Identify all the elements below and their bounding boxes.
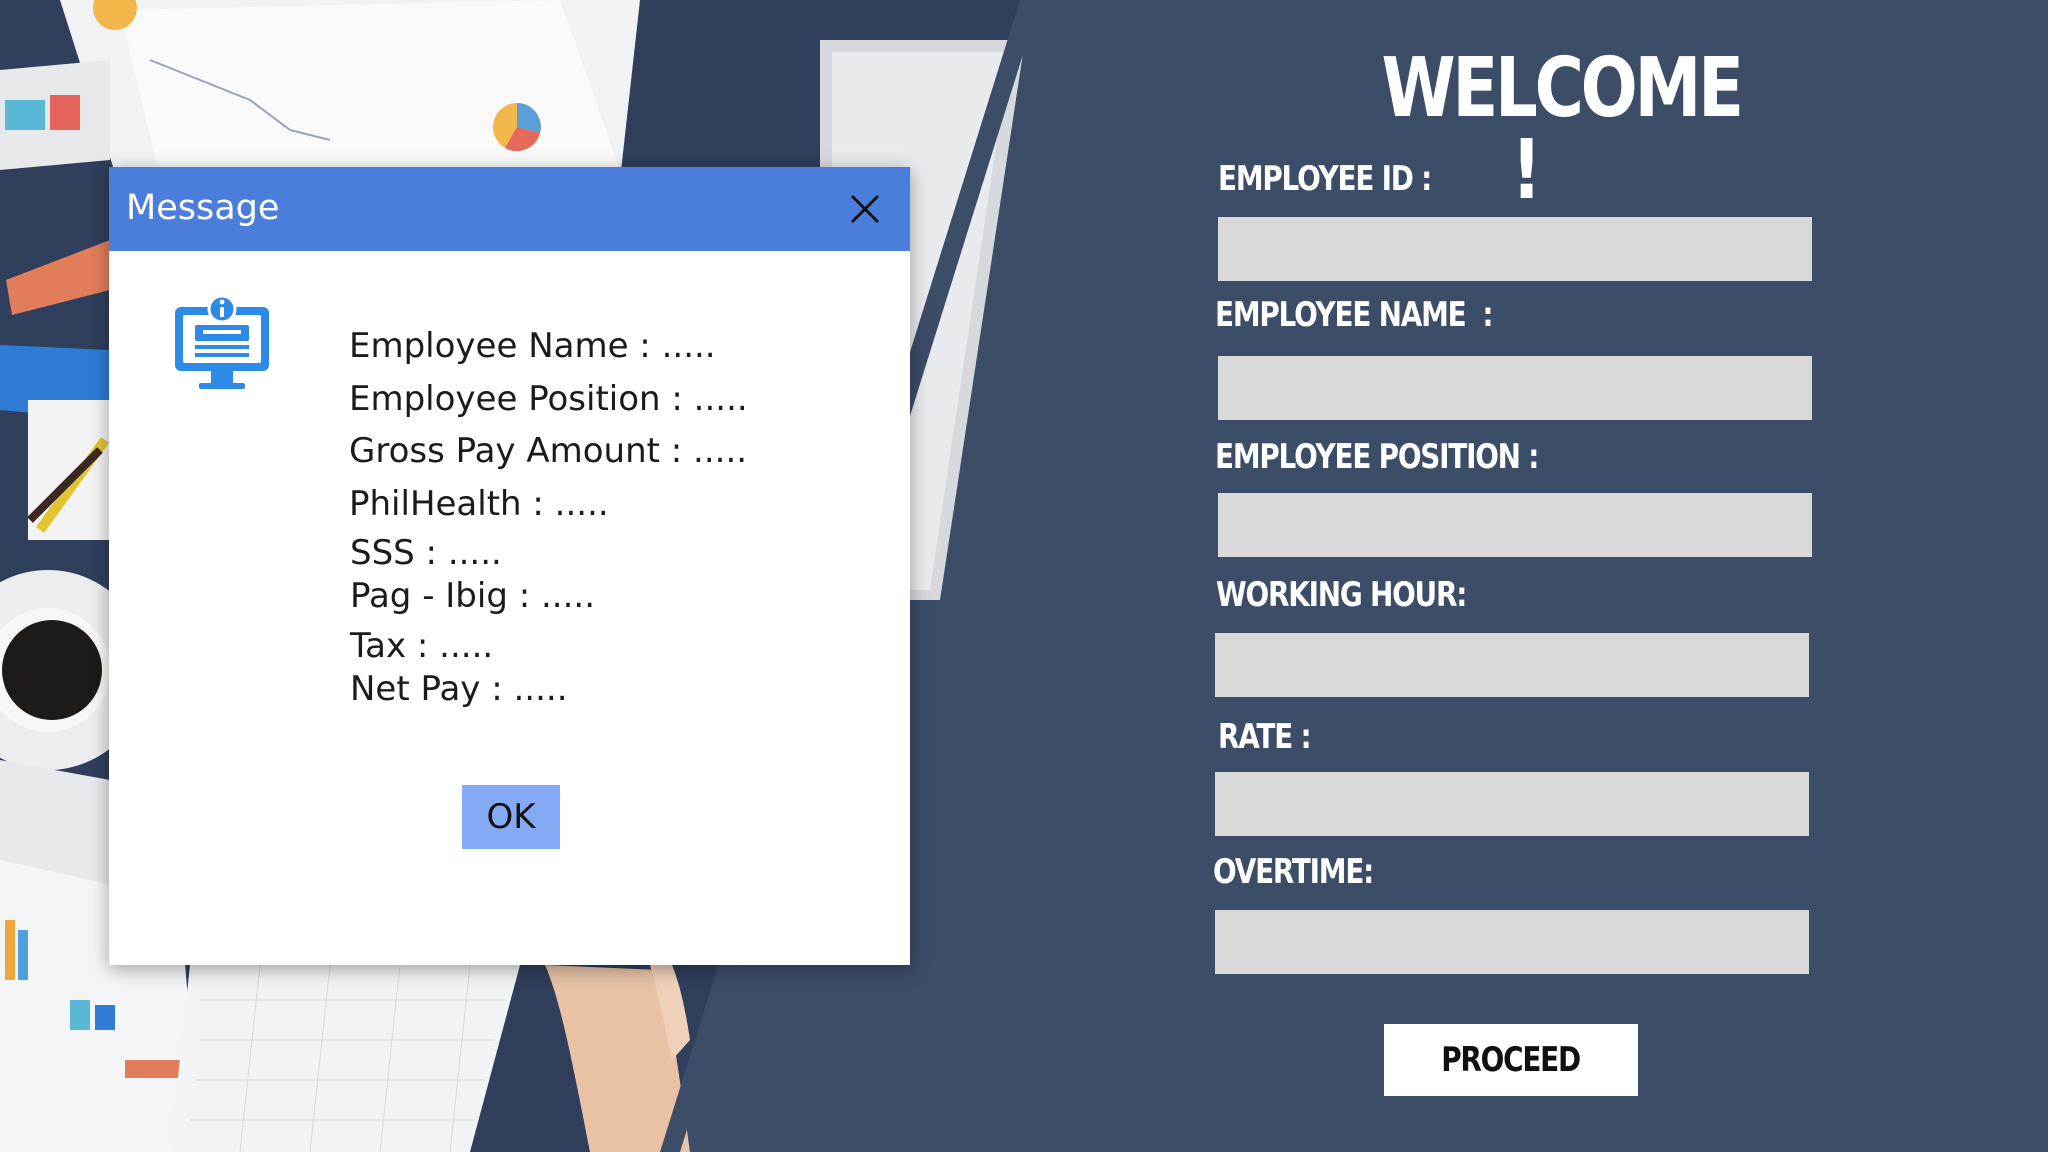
rate-label: RATE : bbox=[1218, 717, 1312, 757]
dialog-title: Message bbox=[126, 188, 280, 228]
employee-id-label: EMPLOYEE ID : bbox=[1218, 159, 1432, 199]
overtime-label: OVERTIME: bbox=[1213, 852, 1374, 892]
working-hour-label: WORKING HOUR: bbox=[1216, 575, 1467, 615]
proceed-button[interactable]: PROCEED bbox=[1384, 1024, 1638, 1096]
computer-info-icon bbox=[173, 294, 271, 393]
gross-pay-line: Gross Pay Amount : ..... bbox=[349, 431, 748, 471]
working-hour-input[interactable] bbox=[1215, 633, 1809, 697]
sss-line: SSS : ..... bbox=[350, 533, 502, 573]
pag-ibig-line: Pag - Ibig : ..... bbox=[350, 576, 596, 616]
employee-name-line: Employee Name : ..... bbox=[349, 326, 716, 366]
tax-line: Tax : ..... bbox=[350, 626, 494, 666]
rate-input[interactable] bbox=[1215, 772, 1809, 836]
employee-position-input[interactable] bbox=[1218, 493, 1812, 557]
message-dialog: Message Employee Name : ..... Employee P… bbox=[109, 167, 910, 965]
net-pay-line: Net Pay : ..... bbox=[350, 669, 568, 709]
employee-name-label: EMPLOYEE NAME : bbox=[1215, 295, 1494, 335]
proceed-button-label: PROCEED bbox=[1441, 1040, 1582, 1080]
close-icon[interactable] bbox=[847, 191, 883, 227]
ok-button[interactable]: OK bbox=[462, 785, 560, 849]
employee-position-line: Employee Position : ..... bbox=[349, 379, 748, 419]
employee-position-label: EMPLOYEE POSITION : bbox=[1215, 437, 1539, 477]
dialog-header: Message bbox=[109, 167, 910, 251]
employee-id-input[interactable] bbox=[1218, 217, 1812, 281]
philhealth-line: PhilHealth : ..... bbox=[349, 484, 609, 524]
employee-name-input[interactable] bbox=[1218, 356, 1812, 420]
overtime-input[interactable] bbox=[1215, 910, 1809, 974]
